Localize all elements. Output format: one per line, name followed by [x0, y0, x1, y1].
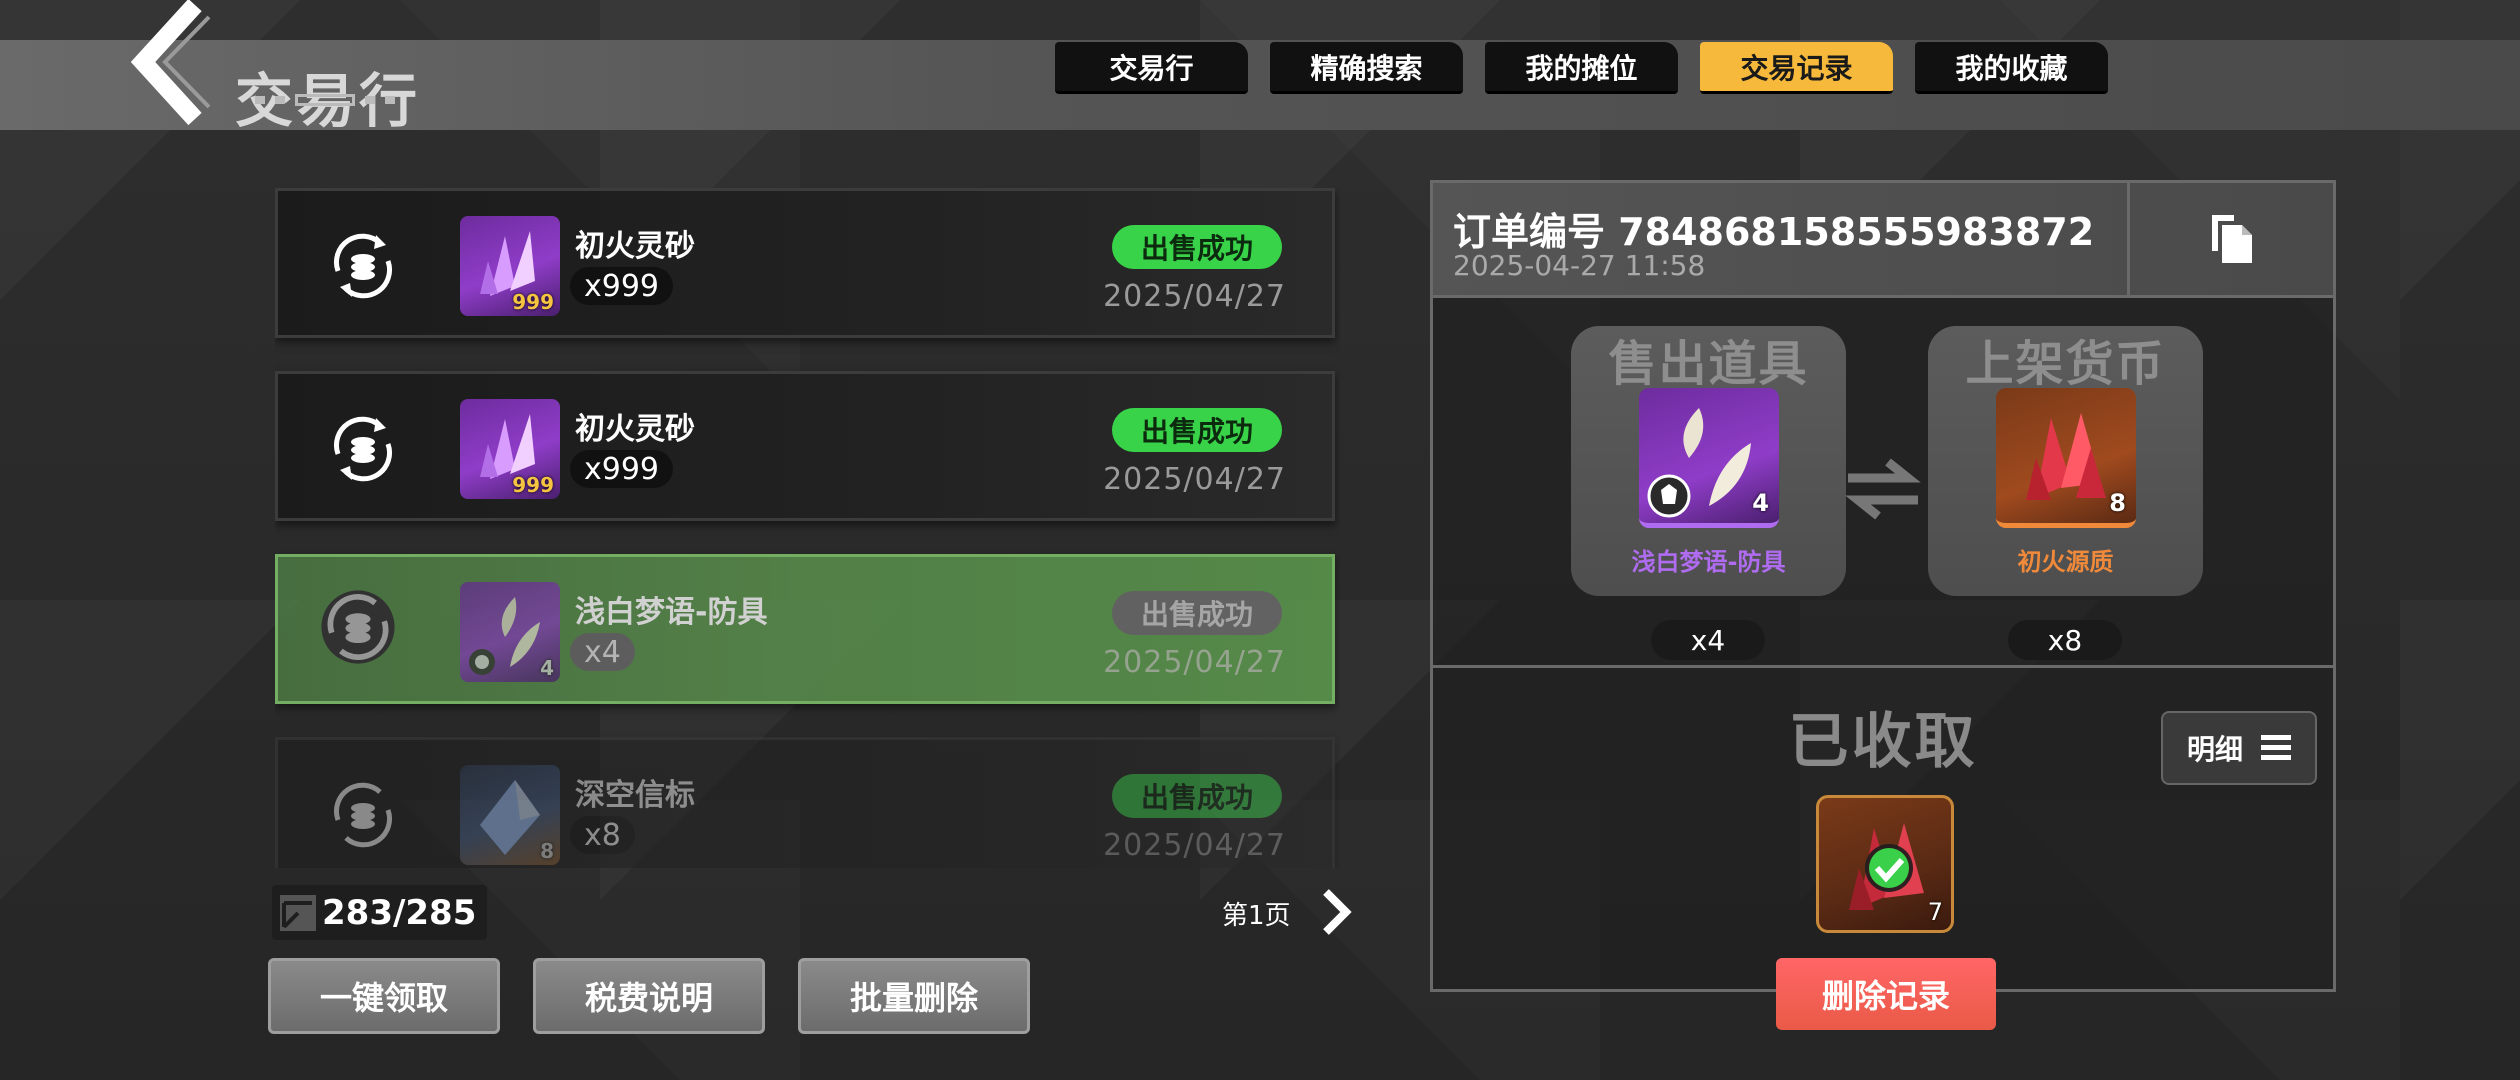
tab-exact-search[interactable]: 精确搜索 — [1270, 42, 1463, 94]
sold-item-slot: 售出道具 4 浅白梦语-防具 — [1571, 326, 1846, 596]
item-name: 初火灵砂 — [575, 412, 695, 447]
record-row[interactable]: 999 初火灵砂 x999 出售成功 2025/04/27 — [275, 371, 1335, 521]
claim-all-button[interactable]: 一键领取 — [268, 958, 500, 1034]
purple-crystal-icon: 999 — [460, 216, 560, 316]
item-name: 浅白梦语-防具 — [575, 595, 768, 630]
sold-item-count: x4 — [1651, 620, 1765, 660]
record-row-selected[interactable]: 4 浅白梦语-防具 x4 出售成功 2025/04/27 — [275, 554, 1335, 704]
copy-icon — [2211, 215, 2252, 263]
delete-record-button[interactable]: 删除记录 — [1776, 958, 1996, 1030]
record-row[interactable]: 8 深空信标 x8 出售成功 2025/04/27 — [275, 737, 1335, 868]
coin-exchange-icon — [321, 590, 398, 667]
copy-button[interactable] — [2127, 183, 2333, 295]
tab-my-stall[interactable]: 我的摊位 — [1485, 42, 1678, 94]
chevron-left-icon — [130, 0, 211, 126]
item-count: x999 — [570, 450, 674, 488]
status-badge: 出售成功 — [1112, 591, 1282, 635]
sold-item-name: 浅白梦语-防具 — [1631, 548, 1786, 576]
coin-exchange-icon — [328, 780, 398, 850]
record-date: 2025/04/27 — [1103, 828, 1286, 863]
red-crystal-icon[interactable]: 8 — [1996, 388, 2136, 528]
order-detail-panel: 订单编号 784868158555983872 2025-04-27 11:58… — [1430, 180, 2336, 1030]
item-name: 初火灵砂 — [575, 229, 695, 264]
batch-delete-button[interactable]: 批量删除 — [798, 958, 1030, 1034]
record-date: 2025/04/27 — [1103, 462, 1286, 497]
tab-my-favorites[interactable]: 我的收藏 — [1915, 42, 2108, 94]
order-number: 订单编号 784868158555983872 — [1453, 210, 2095, 254]
detail-button[interactable]: 明细 — [2161, 711, 2317, 785]
tab-bar: 交易行 精确搜索 我的摊位 交易记录 我的收藏 — [1055, 42, 2108, 94]
status-badge: 出售成功 — [1112, 225, 1282, 269]
item-count: x999 — [570, 267, 674, 305]
listed-currency-count: x8 — [2008, 620, 2122, 660]
record-date: 2025/04/27 — [1103, 645, 1286, 680]
white-feather-armor-icon[interactable]: 4 — [1639, 388, 1779, 528]
chevron-right-icon — [1323, 889, 1352, 935]
listed-currency-slot: 上架货币 8 初火源质 — [1928, 326, 2203, 596]
record-date: 2025/04/27 — [1103, 279, 1286, 314]
order-time: 2025-04-27 11:58 — [1453, 249, 1706, 282]
next-page-button[interactable] — [1318, 872, 1358, 952]
page-label: 第1页 — [1222, 901, 1291, 931]
white-feather-armor-icon: 4 — [460, 582, 560, 682]
status-badge: 出售成功 — [1112, 408, 1282, 452]
item-name: 深空信标 — [575, 778, 695, 813]
record-list[interactable]: 999 初火灵砂 x999 出售成功 2025/04/27 999 初火灵砂 x… — [275, 188, 1340, 868]
list-icon — [2261, 735, 2291, 760]
blue-beacon-icon: 8 — [460, 765, 560, 865]
order-header: 订单编号 784868158555983872 2025-04-27 11:58 — [1433, 183, 2333, 298]
tab-trade-records[interactable]: 交易记录 — [1700, 42, 1893, 94]
item-count: x8 — [570, 816, 635, 854]
exchange-arrows-icon — [1838, 448, 1928, 528]
counter-icon — [280, 894, 316, 931]
listed-currency-name: 初火源质 — [2017, 548, 2114, 576]
tax-info-button[interactable]: 税费说明 — [533, 958, 765, 1034]
trade-summary: 售出道具 4 浅白梦语-防具 x4 上架货币 8 初火源质 x8 — [1433, 298, 2333, 668]
coin-exchange-icon — [328, 231, 398, 301]
item-count: x4 — [570, 633, 635, 671]
title-decoration — [255, 94, 395, 106]
status-badge: 出售成功 — [1112, 774, 1282, 818]
record-row[interactable]: 999 初火灵砂 x999 出售成功 2025/04/27 — [275, 188, 1335, 338]
collected-item[interactable]: 7 — [1816, 795, 1954, 933]
tab-trading-house[interactable]: 交易行 — [1055, 42, 1248, 94]
purple-crystal-icon: 999 — [460, 399, 560, 499]
back-button[interactable] — [120, 0, 220, 126]
record-counter: 283/285 — [272, 885, 487, 940]
coin-exchange-icon — [328, 414, 398, 484]
